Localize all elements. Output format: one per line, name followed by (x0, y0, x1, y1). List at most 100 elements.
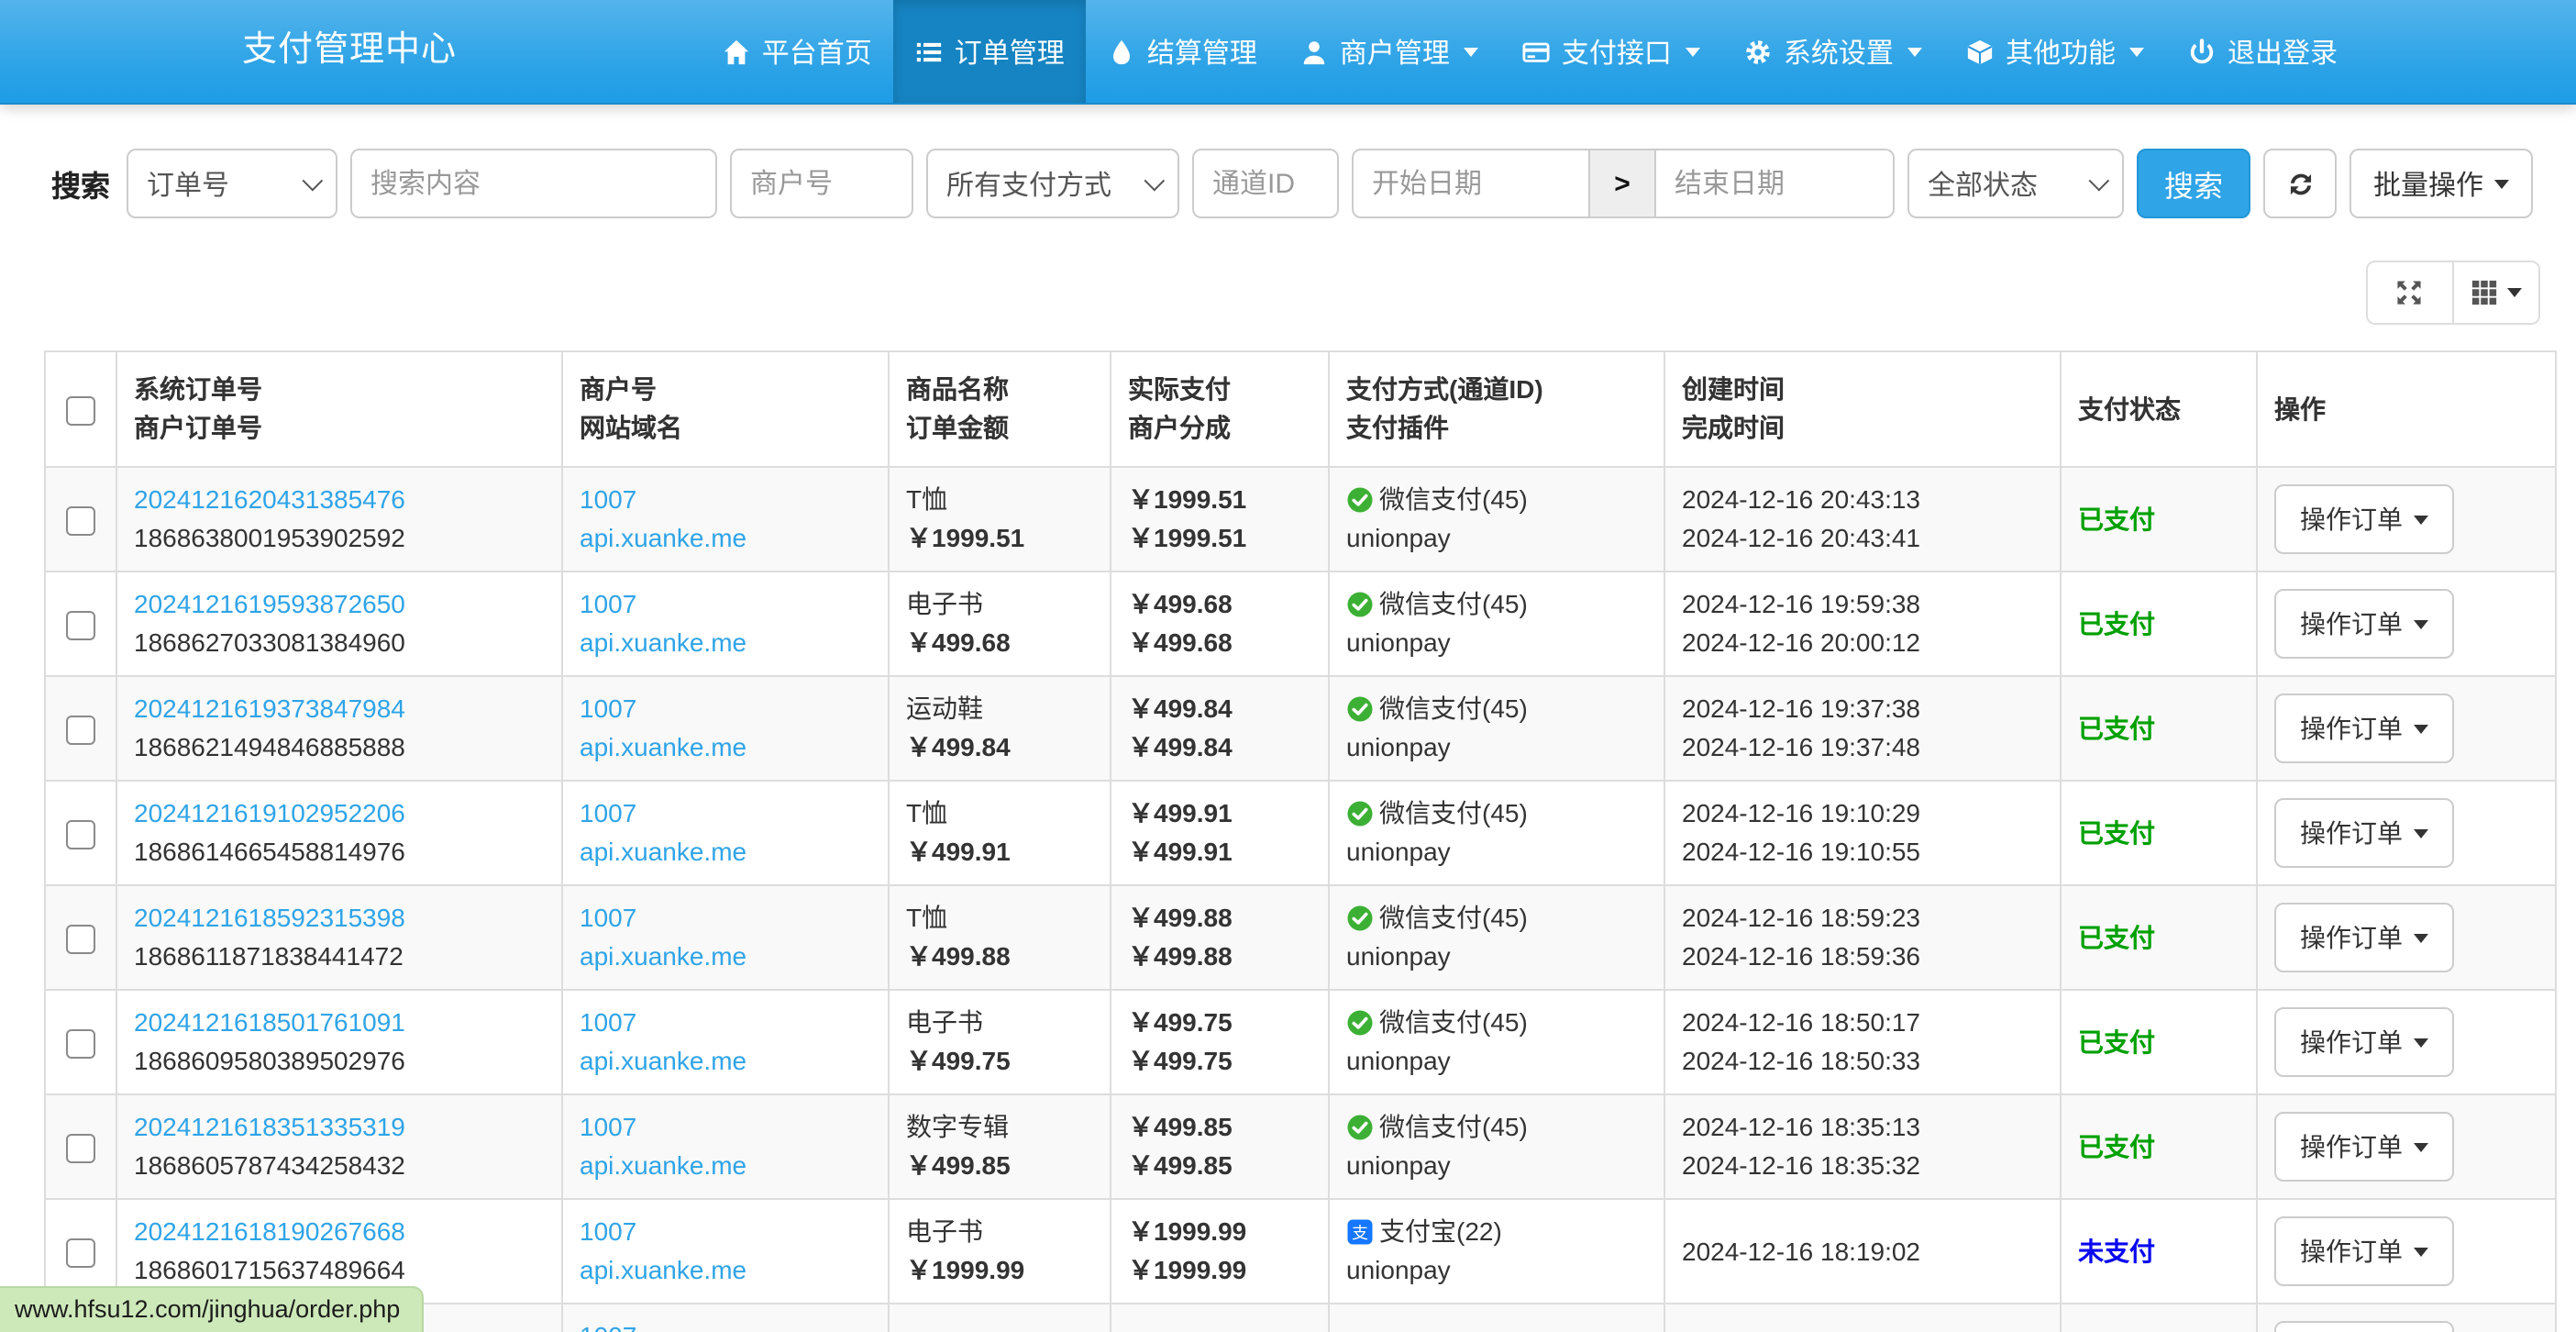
nav-item-list[interactable]: 订单管理 (894, 0, 1087, 103)
merchant-order-no: 1868638001953902592 (134, 523, 405, 552)
search-keyword-input[interactable] (350, 149, 717, 218)
caret-down-icon (1686, 47, 1701, 56)
caret-down-icon (2414, 724, 2428, 733)
row-checkbox[interactable] (66, 1134, 95, 1163)
orders-table: 系统订单号商户订单号商户号网站域名商品名称订单金额实际支付商户分成支付方式(通道… (44, 350, 2557, 1332)
col-header-merchant: 商户号网站域名 (562, 351, 889, 467)
search-type-select[interactable]: 订单号 (127, 149, 337, 218)
row-checkbox[interactable] (66, 716, 95, 745)
header-label: 系统订单号 (134, 371, 545, 409)
fullscreen-button[interactable] (2367, 262, 2451, 323)
select-all-checkbox[interactable] (66, 396, 95, 426)
order-actions-button[interactable]: 操作订单 (2274, 903, 2454, 972)
row-checkbox[interactable] (66, 1029, 95, 1059)
completed-at: 2024-12-16 20:43:41 (1682, 523, 1920, 552)
domain-link[interactable]: api.xuanke.me (580, 728, 746, 767)
row-checkbox[interactable] (66, 925, 95, 954)
top-navbar: 支付管理中心 平台首页订单管理 结算管理 商户管理 支付接口系统设置其他功能退出登录 (0, 0, 2576, 105)
merchant-id-link[interactable]: 1007 (580, 899, 636, 938)
system-order-link[interactable]: 2024121618190267668 (134, 1213, 405, 1251)
nav-item-label: 商户管理 (1340, 32, 1450, 71)
actual-paid: ￥499.68 (1128, 589, 1233, 618)
domain-link[interactable]: api.xuanke.me (580, 833, 746, 871)
domain-link[interactable]: api.xuanke.me (580, 1042, 746, 1081)
merchant-id-input[interactable] (730, 149, 913, 218)
pay-method-select[interactable]: 所有支付方式 (926, 149, 1179, 218)
channel-id-input[interactable] (1192, 149, 1339, 218)
product-name: 电子书 (906, 1007, 983, 1037)
order-actions-button[interactable]: 操作订单 (2274, 1216, 2454, 1286)
header-label: 支付方式(通道ID) (1346, 371, 1647, 409)
header-label: 商户订单号 (134, 409, 545, 448)
merchant-id-link[interactable]: 1007 (580, 1108, 636, 1147)
header-label: 操作 (2274, 390, 2538, 428)
wechat-pay-icon (1346, 591, 1374, 618)
nav-item-cube[interactable]: 其他功能 (1945, 0, 2167, 103)
system-order-link[interactable]: 2024121620431385476 (134, 481, 405, 519)
actual-paid: ￥499.75 (1128, 1007, 1233, 1037)
system-order-link[interactable]: 2024121618592315398 (134, 899, 405, 938)
merchant-id-link[interactable]: 1007 (580, 794, 636, 833)
caret-down-icon (2506, 288, 2521, 297)
row-checkbox[interactable] (66, 506, 95, 536)
merchant-id-link[interactable]: 1007 (580, 690, 636, 728)
product-name: T恤 (906, 903, 947, 932)
order-actions-button[interactable]: 操作订单 (2274, 694, 2454, 763)
date-range-arrow-button[interactable]: > (1590, 149, 1656, 218)
columns-button[interactable] (2451, 262, 2537, 323)
order-actions-button[interactable]: 操作订单 (2274, 589, 2454, 659)
fullscreen-icon (2395, 279, 2423, 306)
system-order-link[interactable]: 2024121618501761091 (134, 1004, 405, 1042)
system-order-link[interactable]: 2024121619373847984 (134, 690, 405, 728)
order-actions-button[interactable]: 操作订单 (2274, 484, 2454, 554)
nav-item-label: 结算管理 (1147, 32, 1257, 71)
row-checkbox[interactable] (66, 611, 95, 640)
row-checkbox[interactable] (66, 820, 95, 849)
domain-link[interactable]: api.xuanke.me (580, 519, 746, 558)
order-actions-label: 操作订单 (2300, 1024, 2403, 1060)
order-actions-button[interactable]: 操作订单 (2274, 798, 2454, 868)
merchant-id-link[interactable]: 1007 (580, 1004, 636, 1042)
user-icon (1301, 38, 1329, 65)
status-value: 全部状态 (1928, 164, 2038, 203)
nav-item-tint[interactable]: 结算管理 (1087, 0, 1279, 103)
domain-link[interactable]: api.xuanke.me (580, 1251, 746, 1290)
system-order-link[interactable]: 2024121619102952206 (134, 794, 405, 833)
merchant-id-link[interactable]: 1007 (580, 1213, 636, 1251)
order-amount: ￥1999.51 (906, 523, 1024, 552)
brand-title[interactable]: 支付管理中心 (242, 0, 457, 103)
merchant-id-link[interactable]: 1007 (580, 1317, 636, 1332)
merchant-id-link[interactable]: 1007 (580, 585, 636, 624)
order-actions-button[interactable]: 操作订单 (2274, 1321, 2454, 1332)
order-actions-label: 操作订单 (2300, 605, 2403, 642)
status-select[interactable]: 全部状态 (1907, 149, 2124, 218)
nav-item-user[interactable]: 商户管理 (1279, 0, 1501, 103)
order-actions-button[interactable]: 操作订单 (2274, 1112, 2454, 1182)
created-at: 2024-12-16 18:50:17 (1682, 1007, 1920, 1037)
product-name: 运动鞋 (906, 694, 983, 723)
actual-paid: ￥499.84 (1128, 694, 1233, 723)
refresh-button[interactable] (2263, 149, 2337, 218)
pay-method: 微信支付(45) (1379, 481, 1528, 519)
domain-link[interactable]: api.xuanke.me (580, 1147, 746, 1185)
system-order-link[interactable]: 2024121619593872650 (134, 585, 405, 624)
domain-link[interactable]: api.xuanke.me (580, 624, 746, 662)
bulk-actions-button[interactable]: 批量操作 (2349, 149, 2533, 218)
nav-item-credit-card[interactable]: 支付接口 (1501, 0, 1723, 103)
order-actions-button[interactable]: 操作订单 (2274, 1007, 2454, 1077)
actual-paid: ￥499.91 (1128, 798, 1233, 827)
merchant-id-link[interactable]: 1007 (580, 481, 636, 519)
system-order-link[interactable]: 2024121618351335319 (134, 1108, 405, 1147)
row-checkbox[interactable] (66, 1238, 95, 1268)
domain-link[interactable]: api.xuanke.me (580, 938, 746, 976)
order-actions-label: 操作订单 (2300, 919, 2403, 956)
nav-item-gear[interactable]: 系统设置 (1723, 0, 1945, 103)
start-date-input[interactable] (1352, 149, 1590, 218)
end-date-input[interactable] (1656, 149, 1895, 218)
nav-item-home[interactable]: 平台首页 (702, 0, 894, 103)
nav-item-power[interactable]: 退出登录 (2167, 0, 2360, 103)
pay-plugin: unionpay (1346, 837, 1451, 866)
order-amount: ￥499.85 (906, 1150, 1011, 1180)
completed-at: 2024-12-16 20:00:12 (1682, 627, 1920, 657)
search-button[interactable]: 搜索 (2137, 149, 2250, 218)
